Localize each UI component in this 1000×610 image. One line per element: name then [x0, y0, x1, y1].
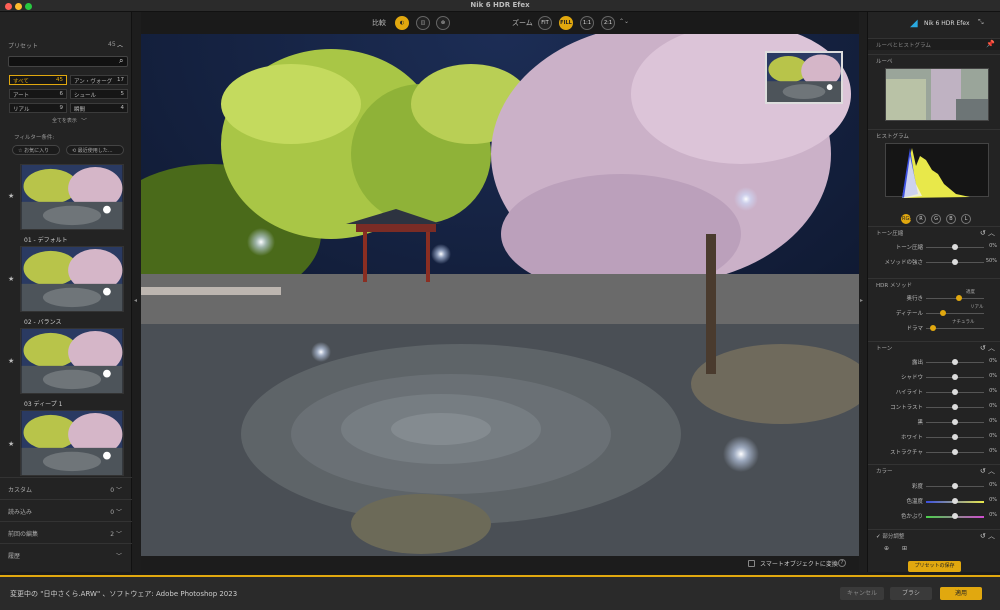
histogram-header: ヒストグラム — [868, 129, 1000, 141]
nik-logo-icon: ◢ — [910, 18, 918, 29]
loupe-histogram-header[interactable]: ルーペとヒストグラム 📌 — [868, 38, 1000, 50]
status-bar: 変更中の "日中さくら.ARW" 、ソフトウェア: Adobe Photosho… — [0, 575, 1000, 610]
favorite-star-icon[interactable]: ★ — [8, 357, 14, 365]
preset-label: 03 ディープ 1 — [24, 401, 63, 408]
title-bar: Nik 6 HDR Efex — [0, 0, 1000, 12]
tone-header[interactable]: トーン ↺ ︿ — [868, 341, 1000, 353]
right-collapse-bar[interactable]: ▸ — [859, 12, 867, 572]
category-real[interactable]: リアル 9 — [9, 103, 67, 113]
mask-icon[interactable]: ⊞ — [902, 545, 907, 552]
split-view-button[interactable]: ◫ — [416, 16, 430, 30]
image-options-bar: スマートオブジェクトに変換 ? — [141, 556, 859, 572]
section-imported[interactable]: 読み込み 0 ﹀ — [0, 499, 132, 521]
detail-slider[interactable]: ディテール リアル — [868, 305, 1000, 319]
zoom-label: ズーム — [512, 19, 533, 27]
local-adjustments-header[interactable]: ✓ 部分調整 ↺ ︿ — [868, 529, 1000, 541]
hdr-method-header: HDR メソッド — [868, 278, 1000, 290]
favorites-filter[interactable]: ☆ お気に入り — [12, 145, 60, 155]
zoom-fill-button[interactable]: FILL — [559, 16, 573, 30]
blacks-slider[interactable]: 黒 0% — [868, 416, 1000, 428]
status-text: 変更中の "日中さくら.ARW" 、ソフトウェア: Adobe Photosho… — [10, 590, 238, 598]
left-collapse-bar[interactable]: ◂ — [132, 12, 141, 572]
section-custom[interactable]: カスタム 0 ﹀ — [0, 477, 132, 499]
presets-heading: プリセット — [8, 43, 39, 50]
preset-thumb-4[interactable] — [20, 410, 124, 476]
smart-object-label: スマートオブジェクトに変換 — [760, 561, 838, 568]
chevron-down-icon[interactable]: ﹀ — [81, 116, 87, 125]
zoom-2-1-button[interactable]: 2:1 — [601, 16, 615, 30]
compare-button[interactable]: ◐ — [395, 16, 409, 30]
toolbar: 比較 ◐ ◫ ⊜ ズーム FIT FILL 1:1 2:1 ⌃⌄ — [141, 12, 859, 34]
zoom-stepper-icon[interactable]: ⌃⌄ — [619, 18, 629, 25]
left-panel: プリセット 45 ︿ ⌕ すべて 45 アン・ヴォーグ 17 アート 6 シュール 5 … — [0, 12, 132, 572]
preset-label: 02 - バランス — [24, 319, 62, 326]
preset-search-input[interactable] — [8, 56, 128, 67]
channel-r-button[interactable]: R — [916, 214, 926, 224]
help-icon[interactable]: ? — [838, 559, 846, 567]
side-by-side-button[interactable]: ⊜ — [436, 16, 450, 30]
category-moment[interactable]: 瞬間 4 — [70, 103, 128, 113]
presets-count: 45 — [108, 41, 116, 48]
temperature-slider[interactable]: 色温度 0% — [868, 495, 1000, 507]
save-preset-button[interactable]: プリセットの保存 — [908, 561, 961, 572]
category-all[interactable]: すべて 45 — [9, 75, 67, 85]
histogram-graph — [885, 143, 989, 198]
filter-label: フィルター条件: — [14, 135, 55, 141]
apply-button[interactable]: 適用 — [940, 587, 982, 600]
cancel-button[interactable]: キャンセル — [840, 587, 884, 600]
tone-compression-header[interactable]: トーン圧縮 ↺ ︿ — [868, 226, 1000, 238]
method-strength-slider[interactable]: メソッドの強さ 50% — [868, 256, 1000, 268]
channel-g-button[interactable]: G — [931, 214, 941, 224]
tone-compression-slider[interactable]: トーン圧縮 0% — [868, 241, 1000, 253]
category-en-vogue[interactable]: アン・ヴォーグ 17 — [70, 75, 128, 85]
preset-thumb-default[interactable] — [20, 164, 124, 230]
color-header[interactable]: カラー ↺ ︿ — [868, 464, 1000, 476]
section-history[interactable]: 履歴 ﹀ — [0, 543, 132, 565]
contrast-slider[interactable]: コントラスト 0% — [868, 401, 1000, 413]
drama-slider[interactable]: ドラマ ナチュラル — [868, 320, 1000, 334]
loupe-header: ルーペ — [868, 54, 1000, 66]
depth-slider[interactable]: 奥行き 適度 — [868, 290, 1000, 304]
shadows-slider[interactable]: シャドウ 0% — [868, 371, 1000, 383]
channel-rgb-button[interactable]: RGB — [901, 214, 913, 224]
favorite-star-icon[interactable]: ★ — [8, 440, 14, 448]
collapse-panel-icon[interactable]: ⤡ — [978, 18, 984, 27]
image-preview[interactable] — [141, 34, 859, 556]
zoom-fit-button[interactable]: FIT — [538, 16, 552, 30]
window-title: Nik 6 HDR Efex — [470, 1, 530, 9]
channel-l-button[interactable]: L — [961, 214, 971, 224]
recent-filter[interactable]: ⟲ 最近使用した... — [66, 145, 124, 155]
brush-button[interactable]: ブラシ — [890, 587, 932, 600]
show-all-link[interactable]: 全てを表示 — [52, 117, 77, 124]
tint-slider[interactable]: 色かぶり 0% — [868, 510, 1000, 522]
favorite-star-icon[interactable]: ★ — [8, 192, 14, 200]
loupe-view[interactable] — [885, 68, 989, 121]
structure-slider[interactable]: ストラクチャ 0% — [868, 446, 1000, 458]
favorite-star-icon[interactable]: ★ — [8, 275, 14, 283]
search-icon[interactable]: ⌕ — [119, 56, 123, 66]
whites-slider[interactable]: ホワイト 0% — [868, 431, 1000, 443]
product-title: Nik 6 HDR Efex — [924, 20, 970, 27]
preset-thumb-balance[interactable] — [20, 246, 124, 312]
saturation-slider[interactable]: 彩度 0% — [868, 480, 1000, 492]
control-point-icon[interactable]: ⊕ — [884, 545, 889, 552]
preset-thumb-deep[interactable] — [20, 328, 124, 394]
pin-icon: 📌 — [986, 40, 995, 48]
preset-label: 01 - デフォルト — [24, 237, 68, 244]
navigator-thumbnail[interactable] — [765, 51, 843, 104]
category-art[interactable]: アート 6 — [9, 89, 67, 99]
exposure-slider[interactable]: 露出 0% — [868, 356, 1000, 368]
channel-b-button[interactable]: B — [946, 214, 956, 224]
category-surreal[interactable]: シュール 5 — [70, 89, 128, 99]
zoom-1-1-button[interactable]: 1:1 — [580, 16, 594, 30]
smart-object-checkbox[interactable] — [748, 560, 755, 567]
section-last-edit[interactable]: 前回の編集 2 ﹀ — [0, 521, 132, 543]
chevron-up-icon[interactable]: ︿ — [117, 40, 123, 49]
compare-label: 比較 — [372, 19, 386, 27]
highlights-slider[interactable]: ハイライト 0% — [868, 386, 1000, 398]
right-panel: ◢ Nik 6 HDR Efex ⤡ ルーペとヒストグラム 📌 ルーペ ヒストグラ… — [867, 12, 1000, 572]
